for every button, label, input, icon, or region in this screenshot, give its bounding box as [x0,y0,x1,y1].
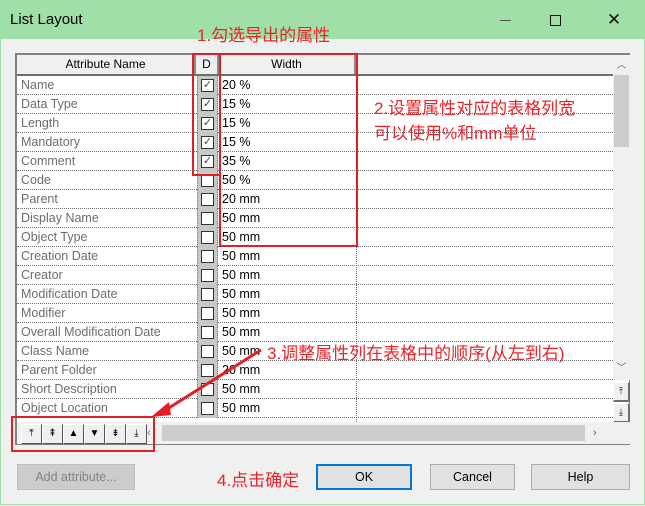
displayed-cell [197,266,218,285]
maximize-icon [549,14,561,26]
displayed-checkbox[interactable] [201,402,214,415]
displayed-cell [197,361,218,380]
displayed-checkbox[interactable] [201,269,214,282]
annotation-box-checkbox [192,53,221,176]
add-attribute-button[interactable]: Add attribute... [17,464,135,490]
list-layout-dialog: List Layout ✕ Attribute Name D Width Nam… [0,0,645,505]
scroll-right-icon[interactable]: › [593,424,607,442]
displayed-cell [197,323,218,342]
displayed-checkbox[interactable] [201,231,214,244]
attribute-name-cell[interactable]: Comment [21,154,75,168]
jump-top-icon: ⤒ [619,386,623,396]
width-cell[interactable]: 50 mm [222,249,260,263]
table-row[interactable]: Short Description 50 mm [17,380,613,399]
attribute-name-cell[interactable]: Creation Date [21,249,98,263]
displayed-checkbox[interactable] [201,345,214,358]
displayed-cell [197,380,218,399]
annotation-step2-line2: 可以使用%和mm单位 [374,124,537,143]
displayed-checkbox[interactable] [201,364,214,377]
jump-bottom-icon: ⤓ [619,407,623,417]
maximize-button[interactable] [532,1,578,39]
displayed-checkbox[interactable] [201,193,214,206]
annotation-step2-line1: 2.设置属性对应的表格列宽 [374,99,576,118]
attribute-name-cell[interactable]: Modifier [21,306,65,320]
jump-to-bottom-button[interactable]: ⤓ [613,403,630,423]
attribute-name-cell[interactable]: Object Type [21,230,87,244]
scroll-up-icon[interactable]: ︿ [613,57,630,74]
displayed-cell [197,247,218,266]
annotation-step4: 4.点击确定 [217,471,300,490]
displayed-checkbox[interactable] [201,383,214,396]
attribute-name-cell[interactable]: Parent [21,192,58,206]
attribute-name-cell[interactable]: Modification Date [21,287,118,301]
window-title: List Layout [10,11,83,28]
displayed-cell [197,285,218,304]
attribute-name-cell[interactable]: Length [21,116,59,130]
displayed-cell [197,209,218,228]
attribute-name-cell[interactable]: Creator [21,268,63,282]
minimize-icon [499,19,511,21]
width-cell[interactable]: 20 mm [222,363,260,377]
ok-button[interactable]: OK [316,464,412,490]
minimize-button[interactable] [482,1,528,39]
displayed-cell [197,399,218,418]
annotation-box-width [219,53,358,247]
table-row[interactable]: Creator 50 mm [17,266,613,285]
attribute-name-cell[interactable]: Code [21,173,51,187]
displayed-cell [197,228,218,247]
header-attribute-name[interactable]: Attribute Name [17,55,196,74]
attribute-name-cell[interactable]: Class Name [21,344,89,358]
width-cell[interactable]: 50 mm [222,401,260,415]
displayed-checkbox[interactable] [201,288,214,301]
width-cell[interactable]: 50 mm [222,287,260,301]
width-cell[interactable]: 50 mm [222,268,260,282]
table-row[interactable]: Modifier 50 mm [17,304,613,323]
table-row[interactable]: Modification Date 50 mm [17,285,613,304]
vertical-scrollbar[interactable]: ︿ ﹀ [613,55,630,380]
displayed-checkbox[interactable] [201,212,214,225]
displayed-cell [197,190,218,209]
displayed-cell [197,342,218,361]
displayed-checkbox[interactable] [201,307,214,320]
annotation-box-move-buttons [11,416,155,452]
help-button[interactable]: Help [531,464,630,490]
close-button[interactable]: ✕ [591,1,637,39]
table-row[interactable]: Creation Date 50 mm [17,247,613,266]
attribute-name-cell[interactable]: Short Description [21,382,117,396]
horizontal-scrollbar[interactable] [162,425,585,441]
scroll-thumb[interactable] [614,75,629,147]
attribute-name-cell[interactable]: Data Type [21,97,78,111]
scroll-down-icon[interactable]: ﹀ [613,360,630,377]
attribute-name-cell[interactable]: Object Location [21,401,108,415]
attribute-name-cell[interactable]: Mandatory [21,135,80,149]
displayed-checkbox[interactable] [201,326,214,339]
attribute-name-cell[interactable]: Display Name [21,211,99,225]
displayed-cell [197,304,218,323]
width-cell[interactable]: 50 mm [222,344,260,358]
attribute-name-cell[interactable]: Parent Folder [21,363,97,377]
attribute-name-cell[interactable]: Overall Modification Date [21,325,161,339]
width-cell[interactable]: 50 mm [222,325,260,339]
close-icon: ✕ [606,10,622,29]
displayed-checkbox[interactable] [201,250,214,263]
jump-to-top-button[interactable]: ⤒ [613,382,630,402]
cancel-button[interactable]: Cancel [430,464,515,490]
attribute-name-cell[interactable]: Name [21,78,54,92]
annotation-step3: 3.调整属性列在表格中的顺序(从左到右) [267,344,565,363]
width-cell[interactable]: 50 mm [222,382,260,396]
annotation-step1: 1.勾选导出的属性 [197,26,331,45]
width-cell[interactable]: 50 mm [222,306,260,320]
